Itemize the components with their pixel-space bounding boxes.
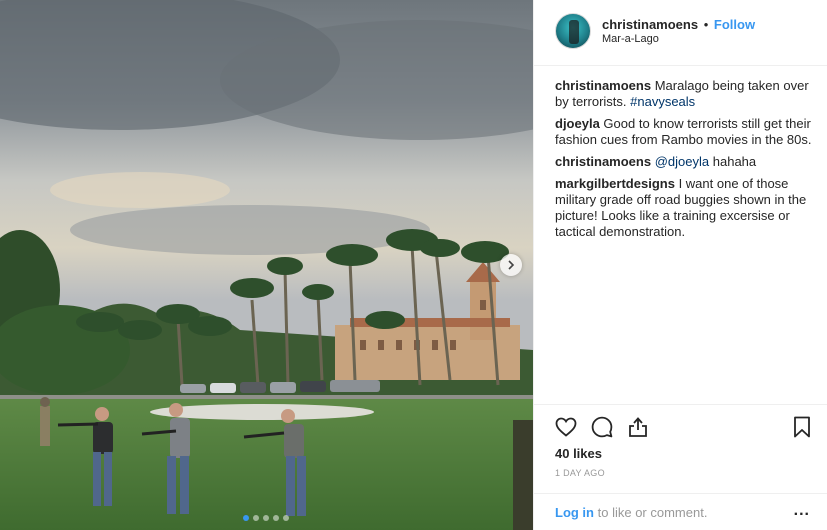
hashtag-link[interactable]: #navyseals bbox=[630, 94, 695, 109]
comment-username[interactable]: christinamoens bbox=[555, 78, 651, 93]
bookmark-icon bbox=[794, 416, 810, 438]
chevron-right-icon bbox=[508, 260, 515, 270]
comment-item: djoeyla Good to know terrorists still ge… bbox=[555, 116, 817, 148]
post-photo[interactable] bbox=[0, 0, 533, 530]
comment-button[interactable] bbox=[590, 415, 614, 439]
comment-text: hahaha bbox=[712, 154, 757, 169]
carousel-dot bbox=[273, 515, 279, 521]
post-header: christinamoens • Follow Mar-a-Lago bbox=[534, 0, 827, 66]
carousel-dot bbox=[243, 515, 249, 521]
post-timestamp: 1 DAY AGO bbox=[555, 468, 605, 478]
carousel-dot bbox=[263, 515, 269, 521]
carousel-dot bbox=[283, 515, 289, 521]
save-button[interactable] bbox=[790, 415, 814, 439]
carousel-dots bbox=[243, 515, 289, 521]
post-side-panel: christinamoens • Follow Mar-a-Lago chris… bbox=[533, 0, 827, 530]
carousel-dot bbox=[253, 515, 259, 521]
comment-username[interactable]: christinamoens bbox=[555, 154, 651, 169]
comment-username[interactable]: djoeyla bbox=[555, 116, 600, 131]
comment-item: christinamoens @djoeyla hahaha bbox=[555, 154, 817, 170]
photo-scene bbox=[0, 0, 533, 530]
login-prompt-rest: to like or comment. bbox=[597, 505, 708, 520]
comment-item: christinamoens Maralago being taken over… bbox=[555, 78, 817, 110]
header-username[interactable]: christinamoens bbox=[602, 17, 698, 32]
follow-button[interactable]: Follow bbox=[714, 17, 755, 32]
comments-list: christinamoens Maralago being taken over… bbox=[555, 78, 817, 246]
location-link[interactable]: Mar-a-Lago bbox=[602, 33, 659, 45]
next-slide-button[interactable] bbox=[500, 254, 522, 276]
login-prompt: Log in to like or comment. ... bbox=[534, 493, 827, 530]
like-button[interactable] bbox=[554, 415, 578, 439]
mention-link[interactable]: @djoeyla bbox=[655, 154, 709, 169]
heart-icon bbox=[555, 417, 577, 437]
more-options-button[interactable]: ... bbox=[794, 502, 810, 520]
header-user-line: christinamoens • Follow bbox=[602, 17, 755, 32]
login-link[interactable]: Log in bbox=[555, 505, 594, 520]
share-icon bbox=[629, 417, 647, 437]
comment-icon bbox=[591, 416, 613, 438]
action-bar: 40 likes 1 DAY AGO Log in to like or com… bbox=[534, 404, 827, 530]
likes-count[interactable]: 40 likes bbox=[555, 446, 602, 461]
login-prompt-text: Log in to like or comment. bbox=[555, 505, 707, 520]
share-button[interactable] bbox=[626, 415, 650, 439]
comment-username[interactable]: markgilbertdesigns bbox=[555, 176, 675, 191]
header-separator: • bbox=[703, 17, 709, 32]
comment-item: markgilbertdesigns I want one of those m… bbox=[555, 176, 817, 240]
avatar[interactable] bbox=[555, 13, 591, 49]
